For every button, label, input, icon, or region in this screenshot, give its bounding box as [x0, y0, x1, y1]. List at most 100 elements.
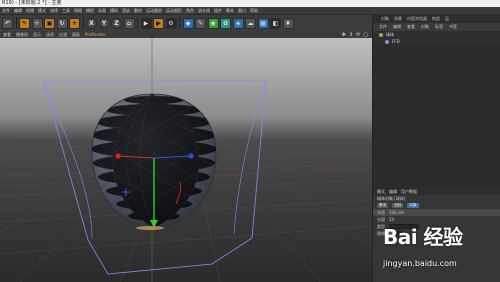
add-tool-icon[interactable]: +: [69, 17, 80, 29]
om-menu-item[interactable]: 文件: [379, 24, 387, 30]
3d-viewport[interactable]: [0, 38, 372, 282]
render-settings-icon[interactable]: ⚙: [165, 17, 177, 29]
menu-item[interactable]: 网格: [74, 8, 82, 14]
viewport-menu-item[interactable]: 显示: [33, 32, 41, 38]
pen-spline-icon[interactable]: ✎: [195, 17, 206, 29]
x-handle-dot[interactable]: [115, 153, 121, 159]
menu-item[interactable]: 动画: [98, 8, 106, 14]
om-menu-item[interactable]: 查看: [407, 24, 415, 30]
menu-item[interactable]: 编辑: [14, 8, 22, 14]
render-picture-viewer-icon[interactable]: ▶: [153, 17, 164, 29]
menu-item[interactable]: 窗口: [238, 8, 246, 14]
viewport-canvas: [0, 38, 372, 282]
tab-layers[interactable]: 层: [445, 16, 449, 22]
attribute-title-row: 球体对象 [球体]: [373, 195, 500, 202]
light-icon[interactable]: ♦: [282, 17, 294, 29]
attr-tab-edit[interactable]: 编辑: [389, 189, 397, 195]
menu-item[interactable]: 插件: [214, 8, 222, 14]
attribute-pill-row: 基本 坐标 对象: [373, 202, 500, 209]
subdivision-icon[interactable]: ◉: [207, 17, 219, 29]
pan-icon[interactable]: ✥: [342, 32, 346, 38]
x-axis-toggle[interactable]: X: [86, 17, 97, 29]
viewport-menu-item[interactable]: 过滤: [59, 32, 67, 38]
menu-item[interactable]: 帮助: [250, 8, 258, 14]
menu-item[interactable]: 创建: [26, 8, 34, 14]
object-row-ffd[interactable]: FFD: [373, 38, 500, 45]
rotate-tool-icon[interactable]: ↻: [56, 17, 68, 29]
array-icon[interactable]: ✿: [220, 17, 231, 29]
zoom-icon[interactable]: ↕: [349, 32, 353, 38]
viewport-menu-item[interactable]: 面板: [72, 32, 80, 38]
attribute-title: 球体对象 [球体]: [377, 195, 406, 201]
menu-item[interactable]: 捕捉: [86, 8, 94, 14]
object-manager-tabs: 对象 场景 内容浏览器 构造 层: [373, 15, 500, 23]
z-axis-toggle[interactable]: Z: [111, 17, 122, 29]
camera-icon[interactable]: ◧: [270, 17, 281, 29]
tab-structure[interactable]: 构造: [432, 16, 440, 22]
viewport-menu-item[interactable]: 摄像机: [16, 32, 28, 38]
menu-item[interactable]: 脚本: [226, 8, 234, 14]
attribute-tabs: 模式 编辑 用户数据: [373, 188, 500, 195]
viewport-menu-item[interactable]: 选项: [46, 32, 54, 38]
om-menu-item[interactable]: 编辑: [393, 24, 401, 30]
tab-objects[interactable]: 对象: [381, 16, 389, 22]
prorender-menu-item[interactable]: ProRender: [85, 32, 106, 37]
object-manager-menu: 文件 编辑 查看 对象 标签 书签: [373, 23, 500, 31]
toolbar-divider: [137, 17, 138, 29]
toolbar-divider: [15, 17, 17, 29]
orbit-icon[interactable]: ⟳: [356, 32, 360, 38]
tab-scene[interactable]: 场景: [394, 16, 402, 22]
menu-item[interactable]: 运动跟踪: [146, 8, 162, 14]
attr-tab-userdata[interactable]: 用户数据: [401, 189, 417, 195]
move-tool-icon[interactable]: ✛: [31, 17, 43, 29]
cube-primitive-icon[interactable]: ◆: [182, 17, 194, 29]
deformer-icon[interactable]: ◈: [232, 17, 244, 29]
environment-icon[interactable]: ☁: [245, 17, 256, 29]
menu-item[interactable]: 流水线: [198, 8, 210, 14]
undo-icon[interactable]: ↶: [2, 17, 13, 29]
menu-item[interactable]: 文件: [2, 8, 10, 14]
floor-grid-icon[interactable]: ▦: [257, 17, 269, 29]
scale-tool-icon[interactable]: ▣: [44, 17, 55, 29]
om-menu-item[interactable]: 对象: [421, 24, 429, 30]
menu-item[interactable]: 运动图形: [166, 8, 182, 14]
menu-item[interactable]: 角色: [186, 8, 194, 14]
z-handle-dot[interactable]: [188, 153, 194, 159]
om-menu-item[interactable]: 标签: [435, 24, 443, 30]
tab-content-browser[interactable]: 内容浏览器: [407, 16, 427, 22]
viewport-menu: 查看 摄像机 显示 选项 过滤 面板 ProRender ✥ ↕ ⟳ ▢: [0, 31, 372, 38]
attr-tab-mode[interactable]: 模式: [377, 189, 385, 195]
window-title: R19) - [未标题 2 *] - 主要: [0, 0, 500, 7]
menu-item[interactable]: 模式: [38, 8, 46, 14]
menu-item[interactable]: 工具: [62, 8, 70, 14]
toolbar-divider: [82, 17, 84, 29]
object-name: FFD: [392, 39, 400, 44]
menu-item[interactable]: 雕刻: [134, 8, 142, 14]
menu-item[interactable]: 选择: [50, 8, 58, 14]
maximize-icon[interactable]: ▢: [363, 32, 368, 38]
watermark-url: jingyan.baidu.com: [383, 259, 457, 268]
coordinate-system-icon[interactable]: ⌂: [123, 17, 135, 29]
main-toolbar: ↶ ↖ ✛ ▣ ↻ + X Y Z ⌂ ▶ ▶ ⚙ ◆ ✎ ◉ ✿ ◈ ☁ ▦ …: [0, 15, 372, 31]
pill-coord[interactable]: 坐标: [392, 203, 404, 208]
menu-item[interactable]: 渲染: [122, 8, 130, 14]
select-tool-icon[interactable]: ↖: [19, 17, 30, 29]
viewport-nav-icons: ✥ ↕ ⟳ ▢: [342, 31, 368, 38]
watermark-logo: Bai 经验: [383, 225, 463, 249]
baidu-jingyan-watermark: Bai 经验 jingyan.baidu.com: [377, 214, 497, 276]
menu-item[interactable]: 模拟: [110, 8, 118, 14]
pill-basic[interactable]: 基本: [377, 203, 389, 208]
om-menu-item[interactable]: 书签: [449, 24, 457, 30]
y-axis-toggle[interactable]: Y: [98, 17, 110, 29]
object-name: 球体: [386, 31, 394, 37]
ffd-object-icon: [385, 39, 389, 44]
viewport-menu-item[interactable]: 查看: [3, 32, 11, 38]
menu-bar: 文件 编辑 创建 模式 选择 工具 网格 捕捉 动画 模拟 渲染 雕刻 运动跟踪…: [0, 7, 500, 15]
object-list-area[interactable]: [373, 45, 500, 195]
pill-object[interactable]: 对象: [407, 203, 419, 208]
toolbar-divider: [179, 17, 180, 29]
sphere-object-icon: [379, 32, 383, 37]
selected-points-highlight: [136, 226, 164, 230]
render-view-icon[interactable]: ▶: [140, 17, 152, 29]
object-row-sphere[interactable]: 球体: [373, 31, 500, 38]
